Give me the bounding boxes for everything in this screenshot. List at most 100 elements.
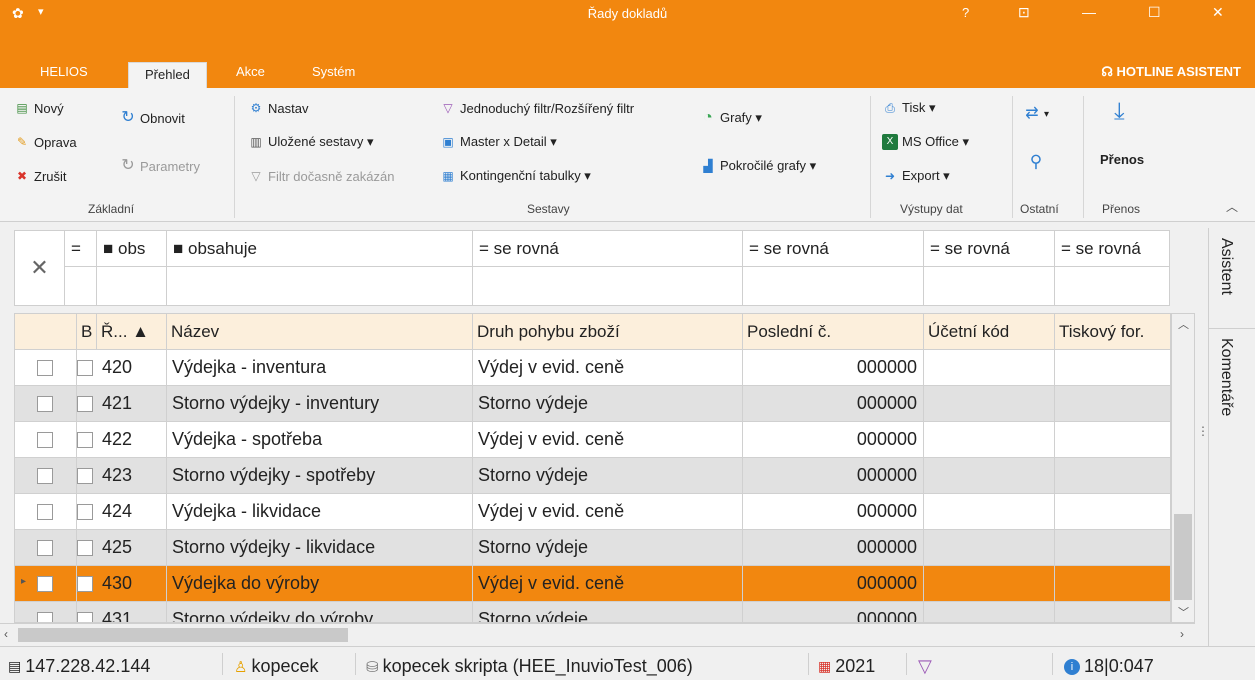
tab-helios[interactable]: HELIOS [40, 64, 88, 79]
cell-ucetni-kod[interactable] [924, 458, 1055, 494]
cell-nazev[interactable]: Storno výdejky - likvidace [167, 530, 473, 566]
cell-nazev[interactable]: Výdejka - spotřeba [167, 422, 473, 458]
cell-rada[interactable]: 423 [97, 458, 167, 494]
cell-ucetni-kod[interactable] [924, 494, 1055, 530]
minimize-button[interactable]: — [1082, 4, 1096, 20]
filter-op[interactable]: = se rovná [473, 231, 743, 267]
table-row[interactable]: 421 Storno výdejky - inventury Storno výde… [15, 386, 1170, 422]
cell-rada[interactable]: 421 [97, 386, 167, 422]
cell-druh[interactable]: Výdej v evid. ceně [473, 422, 743, 458]
cell-druh[interactable]: Výdej v evid. ceně [473, 350, 743, 386]
filtr-zakazan-button[interactable]: ▽ Filtr dočasně zakázán [248, 168, 394, 184]
cell-rada[interactable]: 430 [97, 566, 167, 602]
nastav-button[interactable]: ⚙ Nastav [248, 100, 309, 116]
cell-ucetni-kod[interactable] [924, 422, 1055, 458]
row-b-checkbox[interactable] [77, 540, 93, 556]
row-select-checkbox[interactable] [37, 576, 53, 592]
cell-tiskovy-for[interactable] [1055, 458, 1170, 494]
cell-posledni[interactable]: 000000 [743, 602, 924, 622]
zrusit-button[interactable]: ✖ Zrušit [14, 168, 67, 184]
cell-druh[interactable]: Výdej v evid. ceně [473, 494, 743, 530]
kontingencni-tabulky-button[interactable]: ▦ Kontingenční tabulky ▾ [440, 168, 591, 184]
header-b[interactable]: B [77, 314, 97, 350]
filter-input[interactable] [97, 267, 167, 305]
row-b-checkbox[interactable] [77, 504, 93, 520]
filter-input[interactable] [924, 267, 1055, 305]
row-select-checkbox[interactable] [37, 504, 53, 520]
table-row[interactable]: 422 Výdejka - spotřeba Výdej v evid. ceně 0… [15, 422, 1170, 458]
tab-akce[interactable]: Akce [236, 64, 265, 79]
novy-button[interactable]: ▤ Nový [14, 100, 63, 116]
table-row[interactable]: ▸ 430 Výdejka do výroby Výdej v evid. ceně 0… [15, 566, 1170, 602]
oprava-button[interactable]: ✎ Oprava [14, 134, 77, 150]
cell-ucetni-kod[interactable] [924, 530, 1055, 566]
hotline-asistent-button[interactable]: ☊ HOTLINE ASISTENT [1101, 64, 1241, 80]
header-tiskovy-for[interactable]: Tiskový for. [1055, 314, 1170, 350]
row-b-checkbox[interactable] [77, 396, 93, 412]
cell-druh[interactable]: Storno výdeje [473, 386, 743, 422]
cell-tiskovy-for[interactable] [1055, 566, 1170, 602]
cell-druh[interactable]: Storno výdeje [473, 458, 743, 494]
filter-input[interactable] [743, 267, 924, 305]
swap-button[interactable]: ⇄ ▾ [1024, 106, 1049, 122]
cell-posledni[interactable]: 000000 [743, 530, 924, 566]
collapse-ribbon-icon[interactable]: ︿ [1226, 198, 1238, 215]
cell-nazev[interactable]: Storno výdejky do výroby [167, 602, 473, 622]
cell-posledni[interactable]: 000000 [743, 458, 924, 494]
row-b-checkbox[interactable] [77, 432, 93, 448]
filter-op[interactable]: ■ obs [97, 231, 167, 267]
cell-tiskovy-for[interactable] [1055, 530, 1170, 566]
parametry-button[interactable]: ↻ Parametry [120, 158, 200, 174]
scroll-thumb[interactable] [18, 628, 348, 642]
scroll-right-icon[interactable]: › [1180, 627, 1184, 641]
cell-nazev[interactable]: Storno výdejky - inventury [167, 386, 473, 422]
cell-rada[interactable]: 422 [97, 422, 167, 458]
cell-rada[interactable]: 424 [97, 494, 167, 530]
row-b-checkbox[interactable] [77, 468, 93, 484]
search-button[interactable]: ⚲ [1028, 153, 1044, 170]
cell-posledni[interactable]: 000000 [743, 422, 924, 458]
header-ucetni-kod[interactable]: Účetní kód [924, 314, 1055, 350]
filter-op[interactable]: = se rovná [743, 231, 924, 267]
tab-komentare[interactable]: Komentáře [1217, 338, 1235, 416]
cell-posledni[interactable]: 000000 [743, 386, 924, 422]
table-row[interactable]: 425 Storno výdejky - likvidace Storno výde… [15, 530, 1170, 566]
cell-tiskovy-for[interactable] [1055, 350, 1170, 386]
cell-posledni[interactable]: 000000 [743, 566, 924, 602]
row-select-checkbox[interactable] [37, 612, 53, 622]
header-posledni[interactable]: Poslední č. [743, 314, 924, 350]
prenos-button[interactable]: Přenos [1100, 152, 1144, 167]
horizontal-scrollbar[interactable]: ‹ › [0, 623, 1195, 645]
clear-filter-icon[interactable]: ✕ [15, 231, 65, 305]
filter-op[interactable]: = se rovná [1055, 231, 1170, 267]
cell-nazev[interactable]: Výdejka - inventura [167, 350, 473, 386]
row-select-checkbox[interactable] [37, 432, 53, 448]
cell-nazev[interactable]: Výdejka - likvidace [167, 494, 473, 530]
row-b-checkbox[interactable] [77, 612, 93, 622]
cell-druh[interactable]: Storno výdeje [473, 530, 743, 566]
header-druh[interactable]: Druh pohybu zboží [473, 314, 743, 350]
cell-tiskovy-for[interactable] [1055, 422, 1170, 458]
scroll-up-icon[interactable]: ︿ [1178, 316, 1189, 332]
tab-system[interactable]: Systém [312, 64, 355, 79]
cell-druh[interactable]: Výdej v evid. ceně [473, 566, 743, 602]
splitter-handle-icon[interactable]: ⋮ [1197, 424, 1209, 438]
row-select-checkbox[interactable] [37, 360, 53, 376]
tab-prehled[interactable]: Přehled [128, 62, 207, 88]
filter-op[interactable]: = [65, 231, 97, 267]
maximize-button[interactable]: ☐ [1148, 4, 1161, 21]
cell-ucetni-kod[interactable] [924, 386, 1055, 422]
scroll-thumb[interactable] [1174, 514, 1192, 600]
cell-rada[interactable]: 431 [97, 602, 167, 622]
table-row[interactable]: 420 Výdejka - inventura Výdej v evid. ceně… [15, 350, 1170, 386]
cell-ucetni-kod[interactable] [924, 602, 1055, 622]
close-button[interactable]: ✕ [1212, 4, 1224, 21]
filter-input[interactable] [473, 267, 743, 305]
cell-tiskovy-for[interactable] [1055, 386, 1170, 422]
filter-input[interactable] [167, 267, 473, 305]
grafy-button[interactable]: ◔ Grafy ▾ [700, 110, 762, 126]
pokrocile-grafy-button[interactable]: ▟ Pokročilé grafy ▾ [700, 158, 816, 174]
header-rada[interactable]: Ř... ▲ [97, 314, 167, 350]
cell-druh[interactable]: Storno výdeje [473, 602, 743, 622]
cell-posledni[interactable]: 000000 [743, 494, 924, 530]
